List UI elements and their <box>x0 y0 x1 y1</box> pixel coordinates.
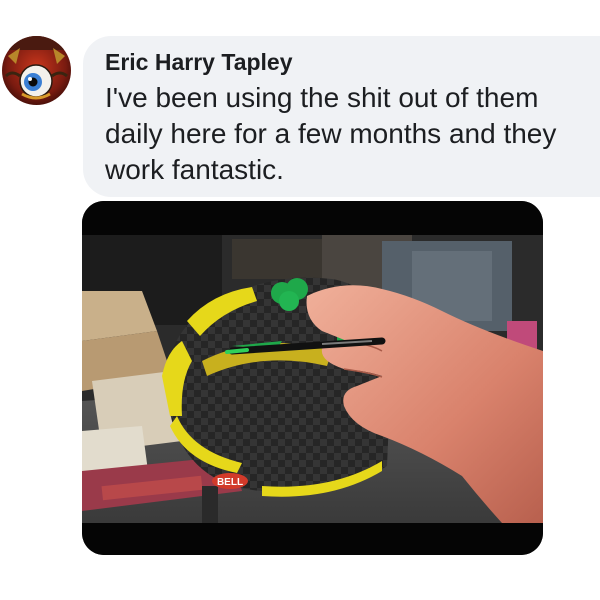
helmet-painting-image: BELL <box>82 201 543 555</box>
comment-author[interactable]: Eric Harry Tapley <box>105 48 584 76</box>
avatar[interactable] <box>2 36 71 105</box>
comment-bubble: Eric Harry Tapley I've been using the sh… <box>83 36 600 197</box>
comment-thread: Eric Harry Tapley I've been using the sh… <box>0 0 600 600</box>
comment-photo[interactable]: BELL <box>82 201 543 555</box>
next-comment-author-cutoff <box>92 562 552 600</box>
eyeball-avatar-icon <box>2 36 71 105</box>
svg-text:BELL: BELL <box>217 477 243 488</box>
comment-text: I've been using the shit out of them dai… <box>105 82 557 185</box>
